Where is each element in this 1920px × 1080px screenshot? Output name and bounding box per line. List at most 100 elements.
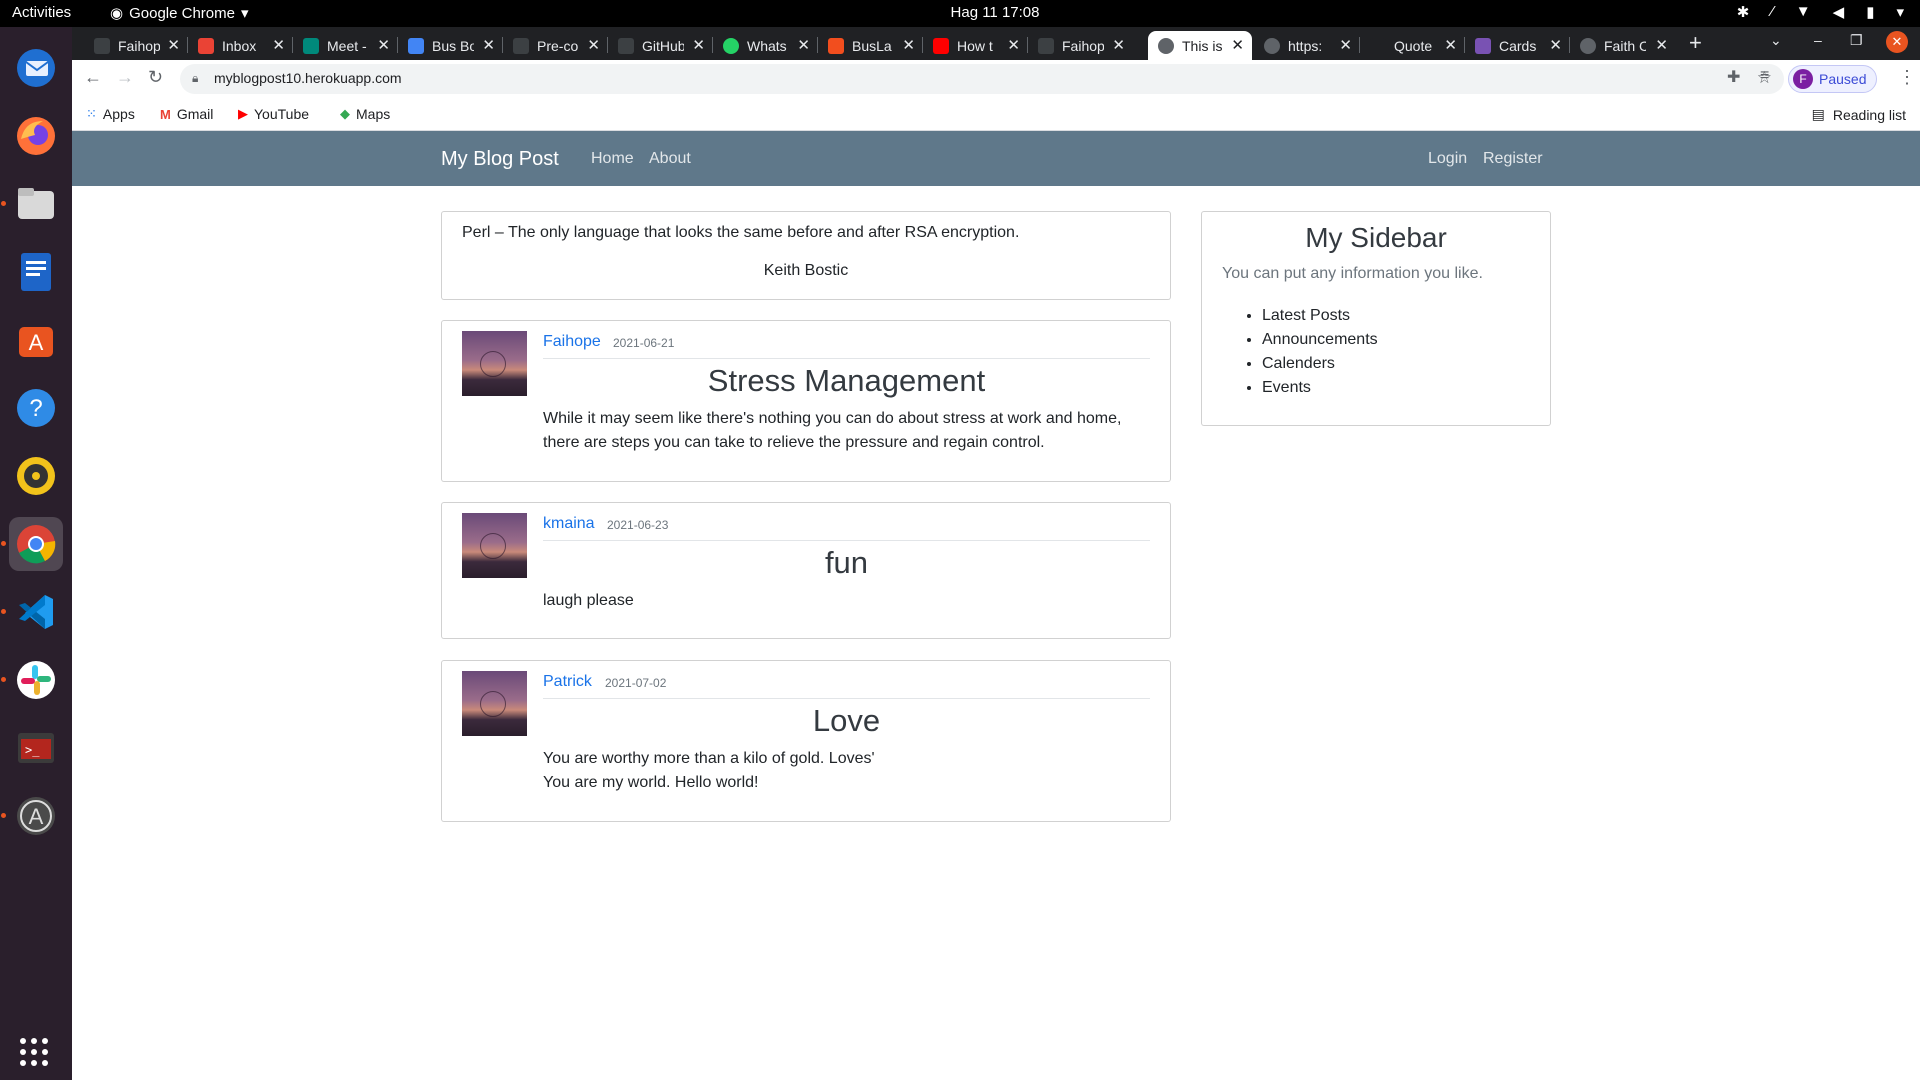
tab-13[interactable]: Cards ✕ xyxy=(1465,31,1570,60)
system-tray[interactable]: ✱ ⁄ ▼ ◀ ▮ ▾ xyxy=(1737,3,1904,21)
github-icon xyxy=(94,37,110,54)
svg-text:?: ? xyxy=(29,395,42,422)
post-author-link[interactable]: Faihope xyxy=(543,333,601,351)
lock-icon[interactable]: 🔒︎ xyxy=(192,71,198,86)
post-body-line: While it may seem like there's nothing y… xyxy=(543,410,1122,427)
tab-label: Cards xyxy=(1499,37,1537,54)
bookmark-maps[interactable]: ◆ Maps xyxy=(340,106,390,122)
back-arrow-icon[interactable]: ← xyxy=(84,67,102,88)
kebab-menu-icon[interactable]: ⋮ xyxy=(1898,67,1916,88)
close-icon[interactable]: ✕ xyxy=(1112,36,1125,54)
post-title[interactable]: Stress Management xyxy=(543,363,1150,399)
window-close-button[interactable]: ✕ xyxy=(1886,31,1908,53)
post-body: laugh please xyxy=(543,589,1130,613)
nav-about[interactable]: About xyxy=(649,150,691,168)
post-author-link[interactable]: kmaina xyxy=(543,515,595,533)
bookmark-gmail[interactable]: M Gmail xyxy=(160,106,213,122)
dock-chrome[interactable] xyxy=(1,517,63,571)
close-icon[interactable]: ✕ xyxy=(1549,36,1562,54)
dock-writer[interactable] xyxy=(9,245,63,299)
indicator-icon[interactable]: ⁄ xyxy=(1771,3,1774,21)
url-text: myblogpost10.herokuapp.com xyxy=(214,70,402,86)
close-icon[interactable]: ✕ xyxy=(167,36,180,54)
post-author-link[interactable]: Patrick xyxy=(543,673,592,691)
close-icon[interactable]: ✕ xyxy=(1007,36,1020,54)
nav-login[interactable]: Login xyxy=(1428,150,1467,168)
running-indicator xyxy=(1,677,6,682)
nav-register[interactable]: Register xyxy=(1483,150,1543,168)
dock-files[interactable] xyxy=(1,177,63,231)
dock-thunderbird[interactable] xyxy=(9,41,63,95)
tab-11[interactable]: https: ✕ xyxy=(1254,31,1360,60)
bookmark-youtube[interactable]: ▶ YouTube xyxy=(238,106,309,122)
close-icon[interactable]: ✕ xyxy=(1655,36,1668,54)
volume-icon[interactable]: ◀ xyxy=(1833,3,1845,21)
close-icon[interactable]: ✕ xyxy=(272,36,285,54)
post-title[interactable]: Love xyxy=(543,703,1150,739)
site-brand[interactable]: My Blog Post xyxy=(441,148,559,171)
tab-0[interactable]: Faihope ✕ xyxy=(84,31,188,60)
tab-2[interactable]: Meet - ✕ xyxy=(293,31,398,60)
tab-7[interactable]: BusLa ✕ xyxy=(818,31,923,60)
close-icon[interactable]: ✕ xyxy=(1444,36,1457,54)
nav-home[interactable]: Home xyxy=(591,150,634,168)
new-tab-button[interactable]: + xyxy=(1689,30,1702,56)
restore-icon[interactable]: ❐ xyxy=(1850,32,1863,49)
dock-software-center[interactable]: A xyxy=(9,313,63,367)
reading-list-label: Reading list xyxy=(1832,106,1906,123)
reading-list-button[interactable]: ▤ Reading list xyxy=(1812,106,1906,123)
dock-rhythmbox[interactable] xyxy=(9,449,63,503)
post-meta: kmaina 2021-06-23 xyxy=(543,515,1150,541)
dock-updater[interactable]: A xyxy=(1,789,63,843)
close-icon[interactable]: ✕ xyxy=(692,36,705,54)
close-icon[interactable]: ✕ xyxy=(482,36,495,54)
close-icon[interactable]: ✕ xyxy=(1339,36,1352,54)
forward-arrow-icon[interactable]: → xyxy=(116,67,134,88)
tab-5[interactable]: GitHub ✕ xyxy=(608,31,713,60)
close-icon[interactable]: ✕ xyxy=(587,36,600,54)
bookmark-label: Apps xyxy=(102,106,135,122)
dock-firefox[interactable] xyxy=(9,109,63,163)
quote-text: Perl – The only language that looks the … xyxy=(462,224,1020,241)
tab-6[interactable]: Whats ✕ xyxy=(713,31,818,60)
power-menu-icon[interactable]: ▾ xyxy=(1896,3,1904,21)
close-icon[interactable]: ✕ xyxy=(902,36,915,54)
dock-help[interactable]: ? xyxy=(9,381,63,435)
clock[interactable]: Hag 11 17:08 xyxy=(0,4,1920,21)
software-center-icon: A xyxy=(19,327,53,357)
post-card: kmaina 2021-06-23 fun laugh please xyxy=(441,502,1171,639)
media-queue-icon[interactable]: ≡ xyxy=(1760,67,1769,85)
post-title[interactable]: fun xyxy=(543,545,1150,581)
system-top-bar: Activities ◉ Google Chrome ▾ Hag 11 17:0… xyxy=(0,0,1920,27)
show-applications-icon[interactable] xyxy=(20,1038,48,1066)
tab-search-icon[interactable]: ⌄ xyxy=(1770,32,1782,49)
close-icon[interactable]: ✕ xyxy=(797,36,810,54)
reload-icon[interactable]: ↻ xyxy=(148,67,163,88)
globe-icon xyxy=(1264,37,1280,54)
extensions-puzzle-icon[interactable]: ✚ xyxy=(1727,67,1740,87)
wifi-icon[interactable]: ▼ xyxy=(1796,3,1811,21)
sidebar-description: You can put any information you like. xyxy=(1222,265,1483,282)
dock-terminal[interactable]: >_ xyxy=(9,721,63,775)
profile-button[interactable]: F Paused xyxy=(1788,65,1878,93)
battery-icon[interactable]: ▮ xyxy=(1866,3,1874,21)
bookmarks-bar: ⁙ Apps M Gmail ▶ YouTube ◆ Maps ▤ Reading lis… xyxy=(72,98,1920,131)
tab-4[interactable]: Pre-co ✕ xyxy=(503,31,608,60)
close-icon[interactable]: ✕ xyxy=(377,36,390,54)
bookmark-apps[interactable]: ⁙ Apps xyxy=(86,106,135,122)
dock-vscode[interactable] xyxy=(1,585,63,639)
close-icon[interactable]: ✕ xyxy=(1231,36,1244,54)
tab-1[interactable]: Inbox ✕ xyxy=(188,31,293,60)
software-updater-icon: A xyxy=(17,797,55,835)
tab-9[interactable]: Faihop ✕ xyxy=(1028,31,1133,60)
tab-3[interactable]: Bus Bo ✕ xyxy=(398,31,503,60)
minimize-icon[interactable]: – xyxy=(1814,32,1822,48)
tab-14[interactable]: Faith C ✕ xyxy=(1570,31,1676,60)
dock-slack[interactable] xyxy=(1,653,63,707)
tab-8[interactable]: How t ✕ xyxy=(923,31,1028,60)
tab-12[interactable]: Quote ✕ xyxy=(1360,31,1465,60)
address-bar[interactable]: 🔒︎ myblogpost10.herokuapp.com ☆ xyxy=(180,64,1784,94)
tab-active[interactable]: This is ✕ xyxy=(1148,31,1252,60)
slack-tray-icon[interactable]: ✱ xyxy=(1737,3,1750,21)
gmail-icon xyxy=(198,37,214,54)
